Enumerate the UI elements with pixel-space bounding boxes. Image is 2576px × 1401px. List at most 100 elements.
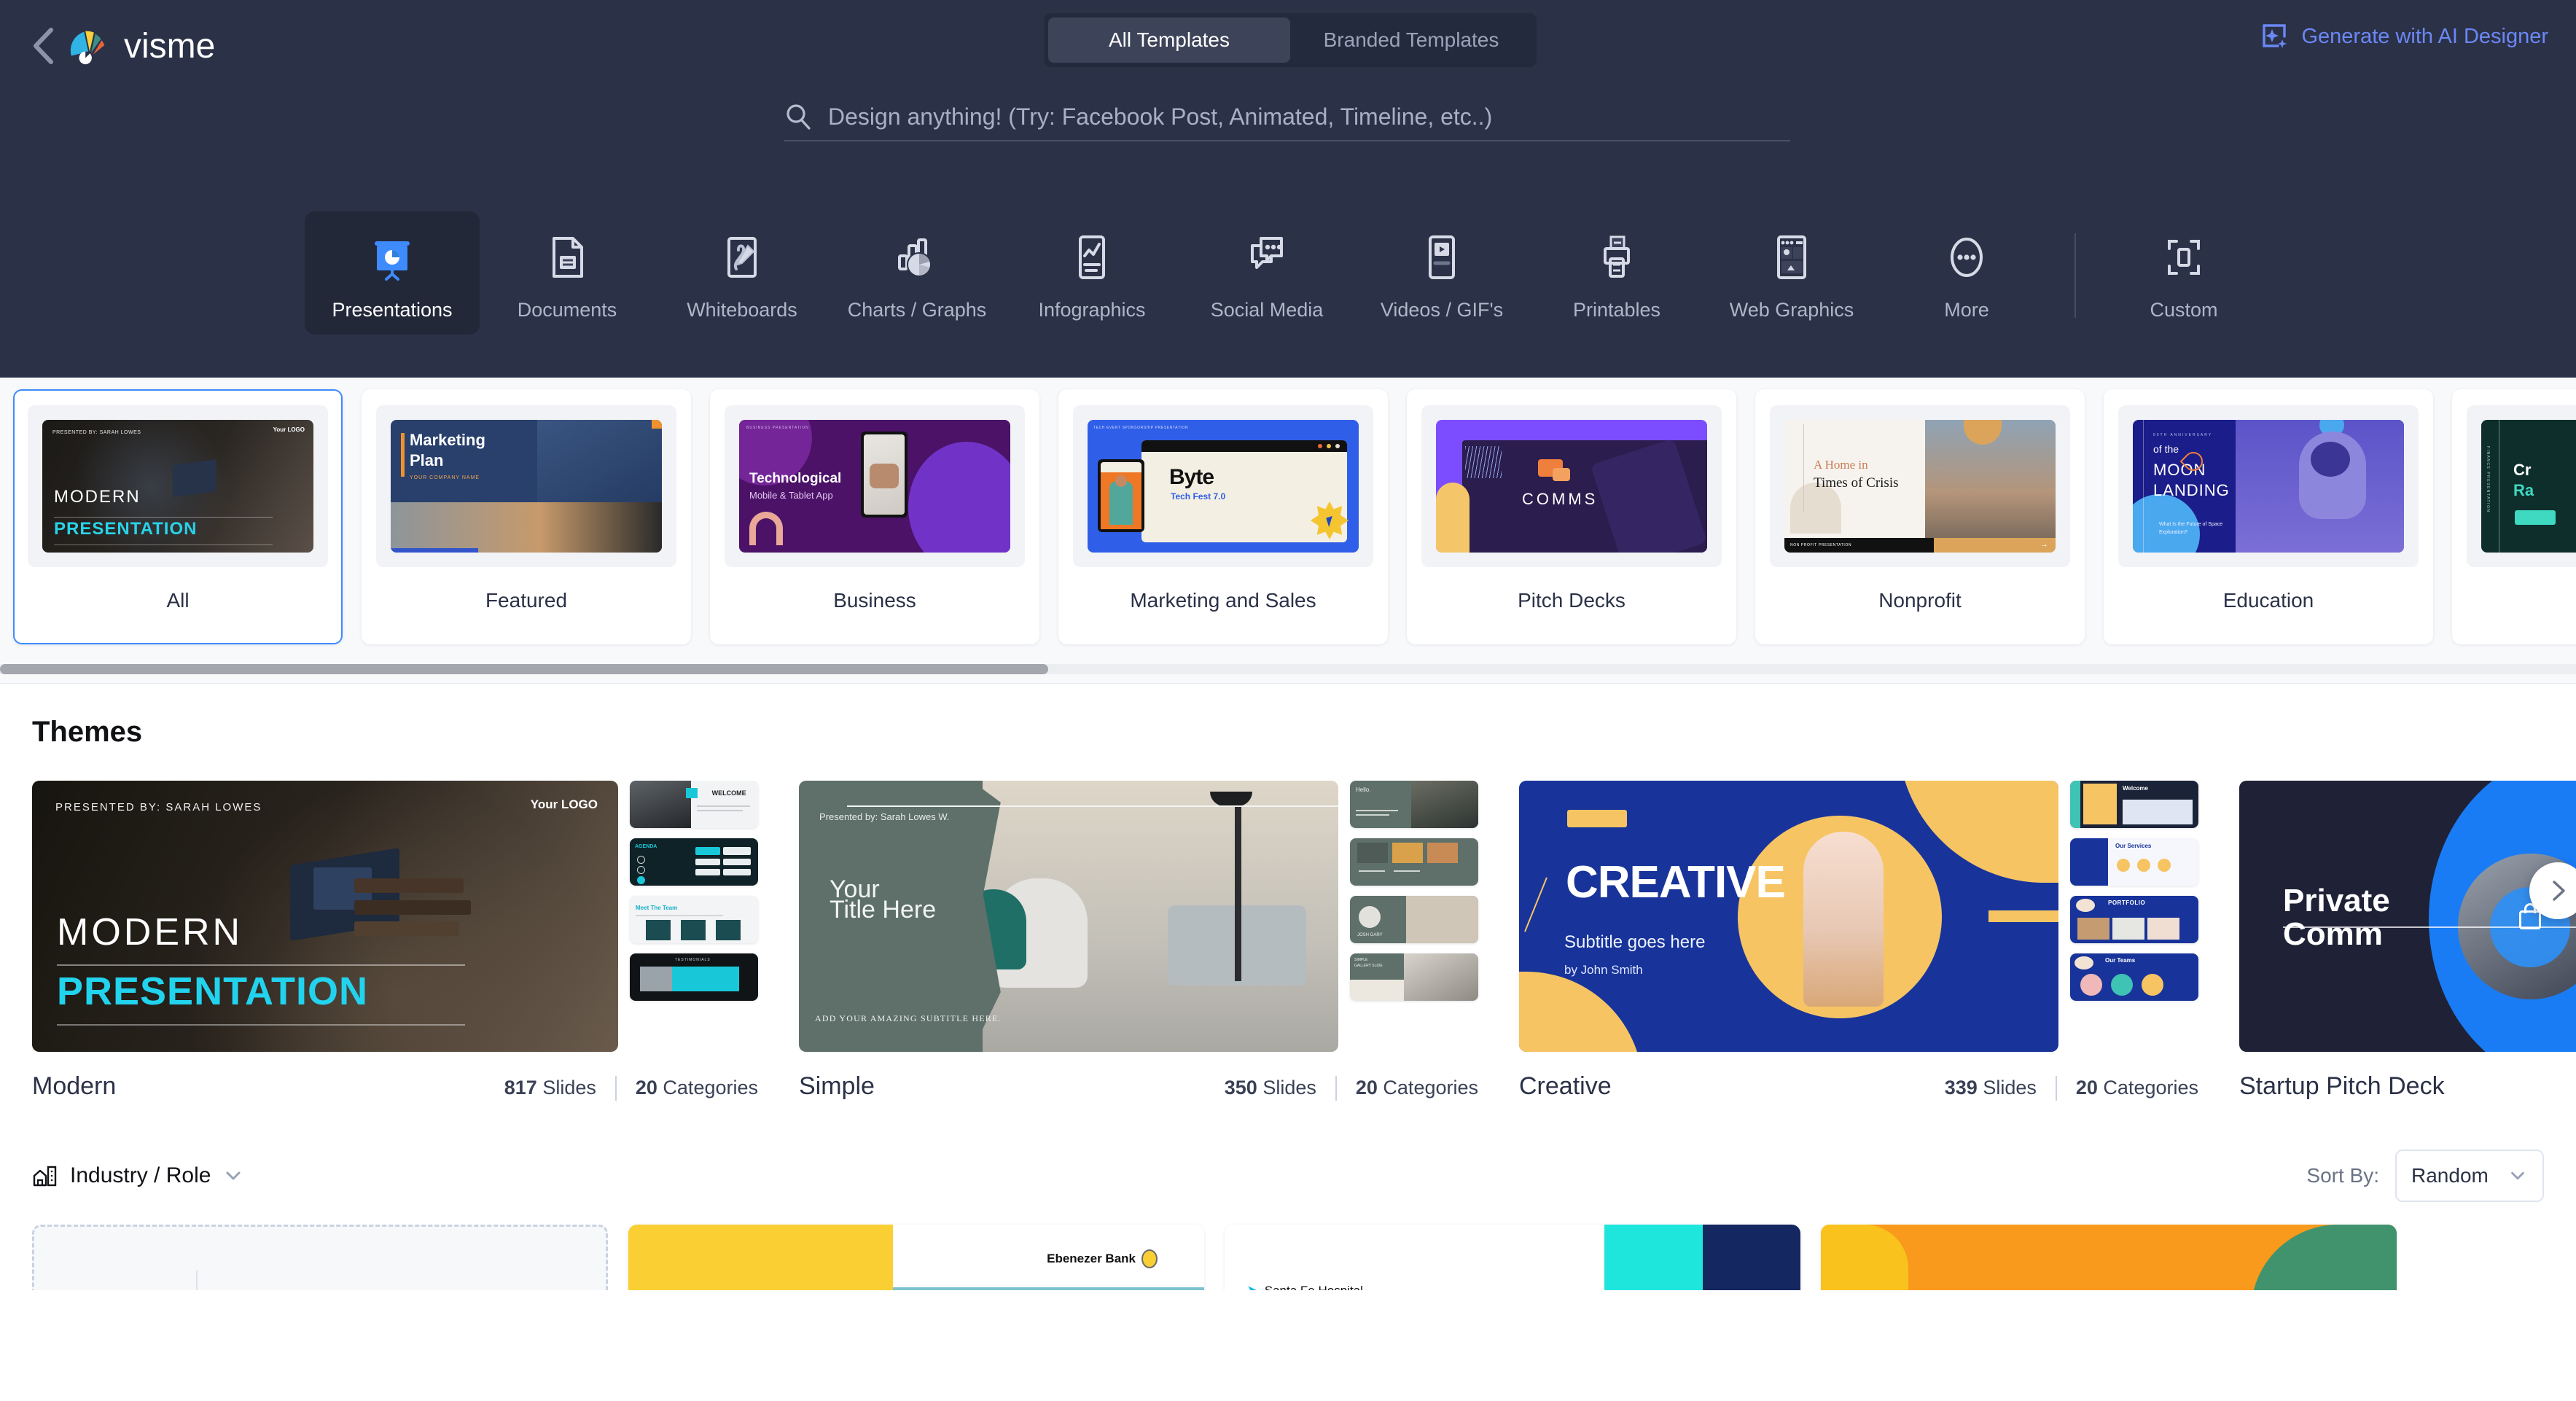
- tab-branded-templates[interactable]: Branded Templates: [1290, 17, 1532, 63]
- blank-divider: [196, 1271, 198, 1290]
- category-card-marketing-and-sales[interactable]: Byte Tech Fest 7.0 TECH EVENT SPONSORSHI…: [1058, 389, 1388, 644]
- theme-slides-count: 817: [504, 1077, 537, 1098]
- chevron-right-icon: [2553, 881, 2565, 901]
- hero-subtitle: Comm: [2283, 916, 2383, 952]
- printer-icon: [1589, 227, 1644, 287]
- theme-mini[interactable]: PORTFOLIO: [2070, 896, 2198, 943]
- theme-mini[interactable]: Meet The Team: [630, 896, 758, 943]
- search-bar[interactable]: [784, 93, 1790, 141]
- category-nav-label: Documents: [517, 299, 617, 321]
- slides-word: Slides: [1983, 1077, 2037, 1098]
- hero-title: Private: [2283, 883, 2390, 918]
- category-card-partial-next[interactable]: FINANCE PRESENTATION Cr Ra: [2452, 389, 2576, 644]
- hero-subtitle: PRESENTATION: [57, 969, 369, 1013]
- industry-role-filter[interactable]: Industry / Role: [32, 1163, 244, 1189]
- theme-mini[interactable]: TESTIMONIALS: [630, 953, 758, 1001]
- category-card-all[interactable]: PRESENTED BY: SARAH LOWES Your LOGO MODE…: [13, 389, 343, 644]
- category-nav-item-infographics[interactable]: Infographics: [1004, 211, 1179, 335]
- chevron-down-icon: [2511, 1171, 2524, 1180]
- thumb-frame: PRESENTED BY: SARAH LOWES Your LOGO MODE…: [28, 405, 328, 567]
- category-card-education[interactable]: 50TH ANNIVERSARY of the MOON LANDING Wha…: [2104, 389, 2433, 644]
- theme-hero-simple[interactable]: Presented by: Sarah Lowes W. Your Title …: [799, 781, 1338, 1052]
- thumb-eyebrow: PRESENTED BY: SARAH LOWES: [52, 430, 141, 435]
- theme-stats: 350 Slides 20 Categories: [1225, 1075, 1478, 1101]
- theme-meta: Creative 339 Slides 20 Categories: [1519, 1072, 2198, 1101]
- visme-logo[interactable]: visme: [67, 19, 215, 73]
- theme-mini[interactable]: Our Teams: [2070, 953, 2198, 1001]
- template-card-blank[interactable]: [32, 1225, 608, 1290]
- category-nav-item-web-graphics[interactable]: Web Graphics: [1704, 211, 1879, 335]
- sort-by-select[interactable]: Random: [2395, 1150, 2544, 1202]
- theme-block-modern[interactable]: PRESENTED BY: SARAH LOWES Your LOGO MODE…: [32, 781, 758, 1101]
- category-card-pitch-decks[interactable]: COMMS Pitch Decks: [1407, 389, 1736, 644]
- category-nav: Presentations Documents Whiteboards Char…: [0, 211, 2576, 335]
- thumb-subtitle: PRESENTATION: [54, 519, 198, 539]
- theme-mini[interactable]: JOSH GARY: [1350, 896, 1478, 943]
- category-card-label: Nonprofit: [1878, 589, 1962, 612]
- category-nav-item-printables[interactable]: Printables: [1529, 211, 1704, 335]
- category-nav-label: Custom: [2150, 299, 2218, 321]
- ai-designer-label: Generate with AI Designer: [2301, 24, 2548, 48]
- web-layout-icon: [1764, 227, 1819, 287]
- theme-mini[interactable]: [1350, 838, 1478, 886]
- theme-minis: Hello. JOSH GARY SIMPLE GALLERY SLIDE: [1350, 781, 1478, 1052]
- horizontal-scrollbar-thumb[interactable]: [0, 664, 1048, 674]
- category-nav-item-charts-graphs[interactable]: Charts / Graphs: [830, 211, 1004, 335]
- building-icon: [33, 1166, 57, 1187]
- category-nav-item-custom[interactable]: Custom: [2096, 211, 2271, 335]
- search-input[interactable]: [828, 103, 1790, 130]
- theme-hero-startup-pitch-deck[interactable]: Private Comm: [2239, 781, 2576, 1052]
- infographic-panel-icon: [1064, 227, 1120, 287]
- theme-hero-modern[interactable]: PRESENTED BY: SARAH LOWES Your LOGO MODE…: [32, 781, 618, 1052]
- thumb-title: Cr: [2513, 461, 2532, 479]
- themes-section: Themes PRESENTED BY: SARAH LOWES Your LO…: [0, 684, 2576, 1101]
- theme-mini[interactable]: Welcome: [2070, 781, 2198, 828]
- theme-block-simple[interactable]: Presented by: Sarah Lowes W. Your Title …: [799, 781, 1478, 1101]
- whiteboard-pen-icon: [714, 227, 770, 287]
- category-card-featured[interactable]: Marketing Plan YOUR COMPANY NAME Feature…: [362, 389, 691, 644]
- thumb-title: COMMS: [1522, 490, 1599, 508]
- theme-mini[interactable]: Hello.: [1350, 781, 1478, 828]
- search-icon: [787, 104, 811, 130]
- theme-meta: Modern 817 Slides 20 Categories: [32, 1072, 758, 1101]
- thumb-subtitle: Tech Fest 7.0: [1171, 491, 1226, 502]
- theme-name: Modern: [32, 1072, 117, 1100]
- template-card-ebenezer-bank[interactable]: Ebenezer Bank: [628, 1225, 1204, 1290]
- hero-title: CREATIVE: [1566, 857, 1786, 908]
- tab-all-templates[interactable]: All Templates: [1048, 17, 1290, 63]
- back-button[interactable]: [20, 23, 66, 69]
- template-brand-label: Santa Fe Hospital: [1264, 1283, 1363, 1291]
- category-card-business[interactable]: BUSINESS PRESENTATION Technological Mobi…: [710, 389, 1039, 644]
- category-nav-item-documents[interactable]: Documents: [480, 211, 655, 335]
- hero-title: MODERN: [57, 911, 243, 953]
- category-nav-item-videos-gifs[interactable]: Videos / GIF's: [1354, 211, 1529, 335]
- theme-mini[interactable]: WELCOME: [630, 781, 758, 828]
- template-card-santa-fe-hospital[interactable]: ➤ Santa Fe Hospital: [1225, 1225, 1800, 1290]
- category-nav-item-more[interactable]: More: [1879, 211, 2054, 335]
- template-card-orange-art[interactable]: [1821, 1225, 2397, 1290]
- category-card-nonprofit[interactable]: A Home in Times of Crisis NON PROFIT PRE…: [1755, 389, 2085, 644]
- thumb-eyebrow: of the: [2153, 443, 2179, 455]
- theme-mini[interactable]: AGENDA: [630, 838, 758, 886]
- industry-role-label: Industry / Role: [70, 1163, 211, 1187]
- theme-mini[interactable]: SIMPLE GALLERY SLIDE: [1350, 953, 1478, 1001]
- thumb-finance: FINANCE PRESENTATION Cr Ra: [2481, 420, 2576, 553]
- thumb-eyebrow: FINANCE PRESENTATION: [2486, 446, 2490, 513]
- thumb-eyebrow: BUSINESS PRESENTATION: [746, 426, 809, 430]
- theme-hero-creative[interactable]: CREATIVE Subtitle goes here by John Smit…: [1519, 781, 2058, 1052]
- category-nav-item-presentations[interactable]: Presentations: [305, 211, 480, 335]
- category-nav-item-social-media[interactable]: Social Media: [1179, 211, 1354, 335]
- theme-slides-count: 339: [1944, 1077, 1978, 1098]
- stat-separator: [614, 1075, 617, 1101]
- category-card-strip: PRESENTED BY: SARAH LOWES Your LOGO MODE…: [0, 389, 2576, 644]
- theme-name: Simple: [799, 1072, 875, 1100]
- thumb-title: Marketing: [410, 431, 485, 449]
- category-nav-item-whiteboards[interactable]: Whiteboards: [655, 211, 830, 335]
- header-top-bar: visme All Templates Branded Templates Ge…: [0, 0, 2576, 95]
- theme-block-startup-pitch-deck[interactable]: Private Comm Startup Pitch Deck: [2239, 781, 2576, 1101]
- theme-block-creative[interactable]: CREATIVE Subtitle goes here by John Smit…: [1519, 781, 2198, 1101]
- category-nav-label: Printables: [1572, 299, 1661, 321]
- theme-mini[interactable]: Our Services: [2070, 838, 2198, 886]
- thumb-frame: Marketing Plan YOUR COMPANY NAME: [376, 405, 676, 567]
- generate-with-ai-designer-button[interactable]: Generate with AI Designer: [2260, 22, 2548, 51]
